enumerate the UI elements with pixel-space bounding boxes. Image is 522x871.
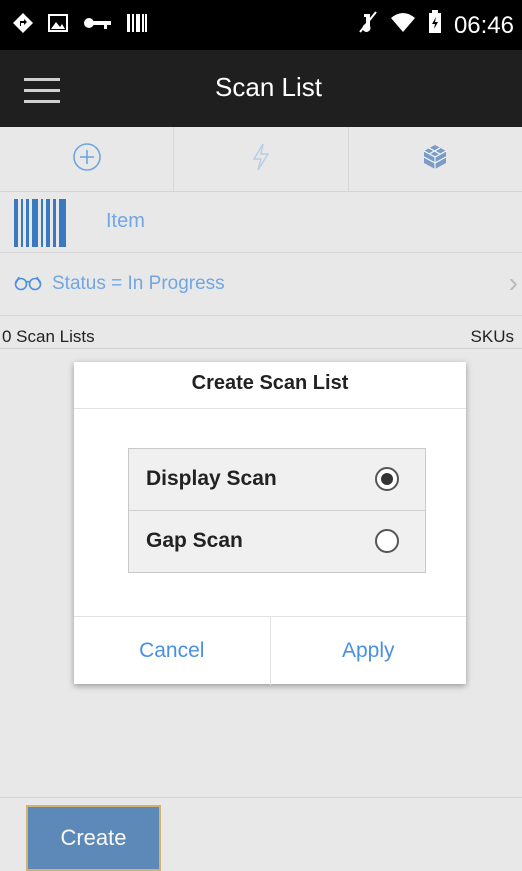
dialog-actions: Cancel Apply [74,616,466,685]
radio-unselected-icon[interactable] [375,529,399,553]
cancel-button[interactable]: Cancel [74,617,271,685]
option-label: Gap Scan [146,529,243,552]
apply-button[interactable]: Apply [271,617,467,685]
radio-selected-icon[interactable] [375,467,399,491]
scan-type-options: Display Scan Gap Scan [128,448,426,573]
dialog-title: Create Scan List [74,362,466,409]
option-gap-scan[interactable]: Gap Scan [129,511,425,572]
option-label: Display Scan [146,467,277,490]
create-scan-list-dialog: Create Scan List Display Scan Gap Scan C… [74,362,466,685]
option-display-scan[interactable]: Display Scan [129,449,425,511]
